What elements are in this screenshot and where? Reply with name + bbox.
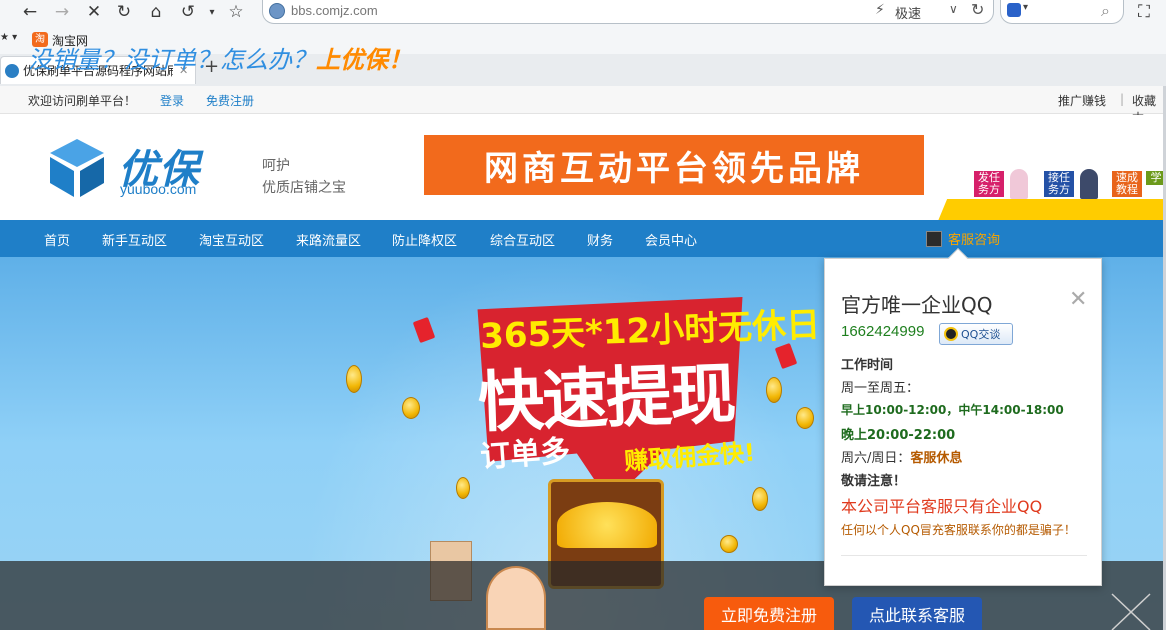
coin-icon — [456, 477, 470, 499]
girl-avatar — [486, 566, 546, 630]
speed-mode-label[interactable]: 极速 — [895, 3, 921, 22]
qq-avatar-icon — [926, 230, 942, 247]
qq-penguin-icon — [944, 327, 958, 341]
nav-home[interactable]: 首页 — [44, 230, 70, 249]
weekend-row: 周六/周日：客服休息 — [841, 447, 962, 466]
history-dropdown-icon[interactable]: ▾ — [200, 0, 224, 24]
nav-traffic[interactable]: 来路流量区 — [296, 230, 361, 249]
nav-anti-downgrade[interactable]: 防止降权区 — [392, 230, 457, 249]
banner-text: 网商互动平台领先品牌 — [484, 148, 864, 189]
lightning-icon: ⚡ — [875, 2, 885, 18]
search-icon[interactable]: ⌕ — [1101, 1, 1110, 21]
popup-divider — [841, 555, 1087, 556]
engine-dropdown-icon[interactable]: ▾ — [1023, 2, 1028, 13]
coin-icon — [796, 407, 814, 429]
promote-link[interactable]: 推广赚钱 — [1058, 92, 1106, 109]
nav-finance[interactable]: 财务 — [587, 230, 613, 249]
login-link[interactable]: 登录 — [160, 92, 184, 109]
coin-icon — [766, 377, 782, 403]
topbar-divider: | — [1120, 92, 1125, 106]
qq-number: 1662424999 — [841, 323, 925, 340]
star-icon[interactable]: ☆ — [224, 0, 248, 24]
baidu-icon — [1007, 3, 1021, 17]
nav-general[interactable]: 综合互动区 — [490, 230, 555, 249]
morning-hours: 早上10:00-12:00，中午14:00-18:00 — [841, 403, 1064, 417]
nav-member[interactable]: 会员中心 — [645, 230, 697, 249]
bookmarks-menu-icon[interactable]: ★ ▾ — [0, 32, 17, 43]
weekend-value: 客服休息 — [910, 451, 963, 466]
address-bar[interactable]: bbs.comjz.com ⚡ 极速 ∨ ↻ — [262, 0, 994, 24]
hero-line-3: 订单多 — [479, 433, 572, 476]
qq-service-popup: 官方唯一企业QQ ✕ 1662424999 QQ交谈 工作时间 周一至周五： 早… — [824, 248, 1102, 586]
forward-icon[interactable]: → — [50, 0, 74, 24]
taker-avatar — [1080, 169, 1098, 199]
badge-taker[interactable]: 接任务方 — [1044, 171, 1074, 197]
coin-icon — [402, 397, 420, 419]
role-strip — [938, 199, 1166, 221]
promo-slogan-answer: 上优保！ — [316, 45, 412, 74]
qq-chat-button[interactable]: QQ交谈 — [939, 323, 1013, 345]
evening-hours: 晚上20:00-22:00 — [841, 428, 956, 443]
back-icon[interactable]: ← — [18, 0, 42, 24]
site-header: 优保 yuuboo.com 呵护 优质店铺之宝 网商互动平台领先品牌 发任务方 … — [0, 115, 1166, 221]
promo-slogan: 没销量？没订单？怎么办？上优保！ — [28, 40, 412, 75]
notice-label: 敬请注意！ — [841, 474, 907, 489]
customer-service-label: 客服咨询 — [948, 233, 1001, 248]
tab-favicon-icon — [5, 63, 19, 78]
coin-icon — [752, 487, 768, 511]
history-icon[interactable]: ↺ — [176, 0, 200, 24]
badge-tutorial[interactable]: 速成教程 — [1112, 171, 1142, 197]
logo-domain: yuuboo.com — [120, 181, 197, 197]
free-register-button[interactable]: 立即免费注册 — [704, 597, 834, 630]
logo-cube-icon[interactable] — [44, 135, 110, 201]
chevron-down-icon[interactable]: ∨ — [949, 2, 958, 16]
weekdays-label: 周一至周五： — [841, 381, 920, 396]
contact-service-button[interactable]: 点此联系客服 — [852, 597, 982, 630]
slogan-line-2: 优质店铺之宝 — [262, 180, 346, 196]
popup-title: 官方唯一企业QQ — [841, 293, 993, 317]
publisher-avatar — [1010, 169, 1028, 199]
coin-icon — [720, 535, 738, 553]
strip-close-icon[interactable] — [1108, 590, 1154, 630]
home-icon[interactable]: ⌂ — [144, 0, 168, 24]
address-url[interactable]: bbs.comjz.com — [291, 3, 378, 18]
customer-service-link[interactable]: 客服咨询 — [926, 229, 1000, 248]
fullscreen-icon[interactable]: ⛶ — [1132, 0, 1156, 24]
refresh-icon[interactable]: ↻ — [971, 0, 984, 19]
reload-icon[interactable]: ↻ — [112, 0, 136, 24]
weekend-label: 周六/周日： — [841, 451, 911, 466]
nav-taobao[interactable]: 淘宝互动区 — [199, 230, 264, 249]
close-icon[interactable]: ✕ — [1069, 287, 1087, 312]
register-link[interactable]: 免费注册 — [206, 92, 254, 109]
main-nav: 首页 新手互动区 淘宝互动区 来路流量区 防止降权区 综合互动区 财务 会员中心… — [0, 220, 1166, 257]
work-time-label: 工作时间 — [841, 358, 894, 373]
globe-icon — [269, 3, 285, 19]
badge-publisher[interactable]: 发任务方 — [974, 171, 1004, 197]
stop-icon[interactable]: ✕ — [82, 0, 106, 24]
slogan-line-1: 呵护 — [262, 158, 290, 174]
welcome-text: 欢迎访问刷单平台！ — [28, 94, 137, 108]
search-box[interactable]: ▾ ⌕ — [1000, 0, 1124, 24]
qq-chat-label: QQ交谈 — [961, 328, 1001, 341]
header-banner[interactable]: 网商互动平台领先品牌 — [424, 135, 924, 195]
notice-detail: 任何以个人QQ冒充客服联系你的都是骗子！ — [841, 523, 1076, 537]
notice-text: 本公司平台客服只有企业QQ — [841, 497, 1043, 516]
promo-slogan-question: 没销量？没订单？怎么办？ — [28, 46, 316, 74]
site-topbar: 欢迎访问刷单平台！ 登录 免费注册 推广赚钱 | 收藏本 — [0, 86, 1166, 125]
nav-newbie[interactable]: 新手互动区 — [102, 230, 167, 249]
coin-icon — [346, 365, 362, 393]
